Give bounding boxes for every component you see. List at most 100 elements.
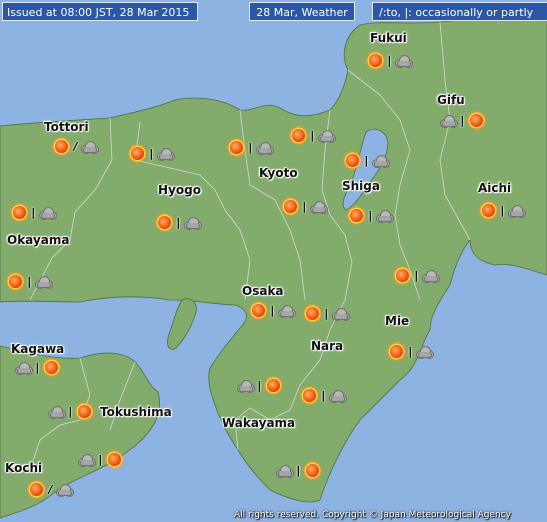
cloudy-icon [15,362,33,375]
sunny-icon [482,203,495,217]
occasional-separator: | [148,146,155,160]
sunny-icon [9,274,22,288]
forecast-kagawa: | [15,359,60,375]
forecast-kyoto-south: | [282,198,328,214]
cloudy-icon [317,130,336,143]
sunny-icon [107,452,121,466]
sunny-icon [369,53,382,67]
cloudy-icon [183,217,202,230]
occasional-separator: | [459,113,466,127]
occasional-separator: | [269,303,276,317]
cloudy-icon [80,141,99,154]
pref-label-okayama: Okayama [7,233,70,247]
sunny-icon [303,388,316,402]
forecast-kochi: / [28,481,74,497]
forecast-nara-south: | [301,387,347,403]
occasional-separator: | [97,452,104,466]
forecast-mie-south: | [388,343,434,359]
pref-label-osaka: Osaka [242,284,284,298]
cloudy-icon [440,115,458,128]
copyright-notice: All rights reserved. Copyright © Japan M… [234,510,511,520]
pref-label-hyogo: Hyogo [158,183,201,197]
occasional-separator: | [309,128,316,142]
occasional-separator: | [386,53,393,67]
occasional-separator: | [34,360,41,374]
sunny-icon [346,153,359,167]
sunny-icon [469,113,483,127]
occasional-separator: | [320,388,327,402]
sunny-icon [266,378,280,392]
occasional-separator: | [413,268,420,282]
pref-label-nara: Nara [311,339,344,353]
sunny-icon [292,128,305,142]
forecast-wakayama-north: | [237,377,282,393]
forecast-mie-north: | [394,267,440,283]
cloudy-icon [48,406,66,419]
occasional-separator: | [256,378,263,392]
cloudy-icon [421,270,440,283]
sunny-icon [30,482,43,496]
cloudy-icon [156,148,175,161]
sunny-icon [55,139,68,153]
occasional-separator: | [295,463,302,477]
forecast-hyogo: | [156,214,202,230]
forecast-okayama-north: | [11,204,57,220]
cloudy-icon [237,380,255,393]
sunny-icon [77,404,91,418]
pref-label-shiga: Shiga [342,179,380,193]
forecast-kyoto-north: | [228,139,274,155]
forecast-shiga-north: | [344,152,390,168]
occasional-separator: | [247,140,254,154]
forecast-kyoto-northeast: | [290,127,336,143]
forecast-tottori: / [53,138,99,154]
occasional-separator: | [26,274,33,288]
land-masses [0,11,547,519]
occasional-separator: | [323,306,330,320]
cloudy-icon [309,201,328,214]
cloudy-icon [331,308,350,321]
occasional-separator: | [30,205,37,219]
forecast-nara-north: | [304,305,350,321]
pref-label-aichi: Aichi [478,181,512,195]
cloudy-icon [371,155,390,168]
sunny-icon [252,303,265,317]
pref-label-tottori: Tottori [44,120,89,134]
forecast-osaka: | [250,302,296,318]
sunny-icon [350,208,363,222]
sunny-icon [284,199,297,213]
pref-label-mie: Mie [385,314,410,328]
sunny-icon [131,146,144,160]
cloudy-icon [38,207,57,220]
weather-map [0,11,547,519]
occasional-separator: | [67,404,74,418]
cloudy-icon [276,465,294,478]
pref-label-tokushima: Tokushima [100,405,172,419]
forecast-tokushima-north: | [48,403,93,419]
legend-banner: /:to, |: occasionally or partly [372,2,547,21]
sunny-icon [230,140,243,154]
pref-label-wakayama: Wakayama [222,416,296,430]
pref-label-kochi: Kochi [5,461,43,475]
pref-label-gifu: Gifu [437,93,465,107]
cloudy-icon [78,454,96,467]
cloudy-icon [375,210,394,223]
sunny-icon [13,205,26,219]
cloudy-icon [55,484,74,497]
sunny-icon [390,344,403,358]
forecast-okayama-south: | [7,273,53,289]
awaji-island [167,298,197,350]
forecast-fukui: | [367,52,413,68]
pref-label-fukui: Fukui [370,31,407,45]
pref-label-kagawa: Kagawa [11,342,65,356]
cloudy-icon [328,390,347,403]
forecast-aichi: | [480,202,526,218]
sunny-icon [44,360,58,374]
occasional-separator: | [499,203,506,217]
date-weather-banner: 28 Mar, Weather [249,2,355,21]
occasional-separator: | [301,199,308,213]
occasional-separator: | [363,153,370,167]
forecast-wakayama-south: | [276,462,321,478]
sunny-icon [396,268,409,282]
cloudy-icon [415,346,434,359]
cloudy-icon [255,142,274,155]
